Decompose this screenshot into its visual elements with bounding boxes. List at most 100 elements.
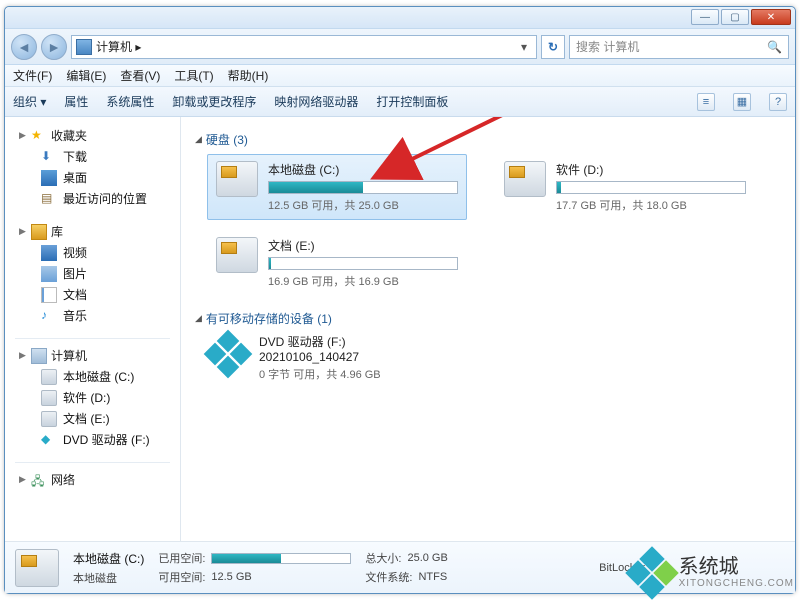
search-placeholder: 搜索 计算机 [576, 38, 639, 55]
close-button[interactable]: ✕ [751, 9, 791, 25]
sidebar-item-pictures[interactable]: 图片 [5, 263, 180, 284]
drive-d-usage-bar [556, 181, 746, 194]
sidebar-item-drive-c[interactable]: 本地磁盘 (C:) [5, 366, 180, 387]
drive-d[interactable]: 软件 (D:) 17.7 GB 可用，共 18.0 GB [495, 154, 755, 220]
menu-bar: 文件(F) 编辑(E) 查看(V) 工具(T) 帮助(H) [5, 65, 795, 87]
document-icon [41, 287, 57, 303]
details-usage-bar [211, 553, 351, 564]
drive-icon [41, 390, 57, 406]
expand-icon: ▶ [19, 226, 27, 237]
dvd-title: DVD 驱动器 (F:) [259, 333, 381, 350]
menu-view[interactable]: 查看(V) [120, 67, 160, 84]
drive-e-title: 文档 (E:) [268, 237, 458, 254]
title-bar: — ▢ ✕ [5, 7, 795, 29]
menu-tools[interactable]: 工具(T) [174, 67, 213, 84]
drive-e[interactable]: 文档 (E:) 16.9 GB 可用，共 16.9 GB [207, 230, 467, 296]
search-input[interactable]: 搜索 计算机 🔍 [569, 35, 789, 59]
drive-c-subtitle: 12.5 GB 可用，共 25.0 GB [268, 197, 458, 213]
sidebar-item-drive-d[interactable]: 软件 (D:) [5, 387, 180, 408]
dvd-icon: ◆ [41, 432, 57, 448]
refresh-button[interactable]: ↻ [541, 35, 565, 59]
dvd-icon [207, 333, 249, 373]
navigation-row: ◄ ► 计算机 ▸ ▾ ↻ 搜索 计算机 🔍 [5, 29, 795, 65]
sidebar-network[interactable]: ▶ 🖧 网络 [5, 469, 180, 490]
music-icon: ♪ [41, 308, 57, 324]
computer-icon [76, 39, 92, 55]
drive-c[interactable]: 本地磁盘 (C:) 12.5 GB 可用，共 25.0 GB [207, 154, 467, 220]
drive-icon [504, 161, 546, 197]
uninstall-change-button[interactable]: 卸载或更改程序 [172, 93, 256, 110]
back-button[interactable]: ◄ [11, 34, 37, 60]
menu-file[interactable]: 文件(F) [13, 67, 52, 84]
star-icon: ★ [31, 128, 47, 144]
properties-button[interactable]: 属性 [64, 93, 88, 110]
help-icon[interactable]: ? [769, 93, 787, 111]
sidebar-item-music[interactable]: ♪音乐 [5, 305, 180, 326]
sidebar-computer-label: 计算机 [51, 347, 87, 364]
dvd-label: 20210106_140427 [259, 350, 381, 364]
picture-icon [41, 266, 57, 282]
details-subtitle: 本地磁盘 [73, 570, 144, 586]
details-bitlocker: BitLocker [599, 562, 645, 574]
section-removable[interactable]: ◢ 有可移动存储的设备 (1) [195, 310, 781, 327]
drive-icon [41, 369, 57, 385]
content-pane[interactable]: ◢ 硬盘 (3) 本地磁盘 (C:) 12.5 GB 可用，共 25.0 GB … [181, 117, 795, 541]
menu-edit[interactable]: 编辑(E) [66, 67, 106, 84]
view-options-icon[interactable]: ≡ [697, 93, 715, 111]
drive-icon [41, 411, 57, 427]
sidebar-libraries-label: 库 [51, 223, 63, 240]
drive-icon [216, 237, 258, 273]
menu-help[interactable]: 帮助(H) [228, 67, 269, 84]
expand-icon: ▶ [19, 350, 27, 361]
drive-d-title: 软件 (D:) [556, 161, 746, 178]
breadcrumb[interactable]: 计算机 ▸ [96, 38, 512, 55]
preview-pane-icon[interactable]: ▦ [733, 93, 751, 111]
collapse-icon: ◢ [195, 313, 202, 324]
details-fs-label: 文件系统: [365, 569, 412, 585]
expand-icon: ▶ [19, 474, 27, 485]
forward-button[interactable]: ► [41, 34, 67, 60]
navigation-pane[interactable]: ▶ ★ 收藏夹 ⬇下载 桌面 ▤最近访问的位置 ▶ 库 视频 图片 文档 ♪音乐 [5, 117, 181, 541]
sidebar-computer[interactable]: ▶ 计算机 [5, 345, 180, 366]
collapse-icon: ◢ [195, 134, 202, 145]
recent-icon: ▤ [41, 191, 57, 207]
sidebar-libraries[interactable]: ▶ 库 [5, 221, 180, 242]
system-properties-button[interactable]: 系统属性 [106, 93, 154, 110]
address-dropdown-icon[interactable]: ▾ [516, 40, 532, 54]
details-drive-icon [15, 549, 59, 587]
drive-e-usage-bar [268, 257, 458, 270]
computer-icon [31, 348, 47, 364]
sidebar-favorites[interactable]: ▶ ★ 收藏夹 [5, 125, 180, 146]
open-control-panel-button[interactable]: 打开控制面板 [376, 93, 448, 110]
dvd-drive-f[interactable]: DVD 驱动器 (F:) 20210106_140427 0 字节 可用，共 4… [207, 333, 781, 382]
search-icon: 🔍 [767, 40, 782, 54]
sidebar-item-documents[interactable]: 文档 [5, 284, 180, 305]
details-fs-value: NTFS [418, 571, 447, 583]
sidebar-item-drive-e[interactable]: 文档 (E:) [5, 408, 180, 429]
drive-e-subtitle: 16.9 GB 可用，共 16.9 GB [268, 273, 458, 289]
desktop-icon [41, 170, 57, 186]
details-used-label: 已用空间: [158, 550, 205, 566]
drive-d-subtitle: 17.7 GB 可用，共 18.0 GB [556, 197, 746, 213]
sidebar-item-desktop[interactable]: 桌面 [5, 167, 180, 188]
map-network-drive-button[interactable]: 映射网络驱动器 [274, 93, 358, 110]
address-bar[interactable]: 计算机 ▸ ▾ [71, 35, 537, 59]
minimize-button[interactable]: — [691, 9, 719, 25]
library-icon [31, 224, 47, 240]
expand-icon: ▶ [19, 130, 27, 141]
network-icon: 🖧 [31, 472, 47, 488]
details-pane: 本地磁盘 (C:) 本地磁盘 已用空间: 可用空间: 12.5 GB 总大小: … [5, 541, 795, 593]
drive-c-title: 本地磁盘 (C:) [268, 161, 458, 178]
drive-icon [216, 161, 258, 197]
details-free-label: 可用空间: [158, 569, 205, 585]
sidebar-favorites-label: 收藏夹 [51, 127, 87, 144]
sidebar-item-dvd-f[interactable]: ◆DVD 驱动器 (F:) [5, 429, 180, 450]
section-hard-disks[interactable]: ◢ 硬盘 (3) [195, 131, 781, 148]
sidebar-item-recent[interactable]: ▤最近访问的位置 [5, 188, 180, 209]
drive-c-usage-bar [268, 181, 458, 194]
maximize-button[interactable]: ▢ [721, 9, 749, 25]
organize-button[interactable]: 组织 ▾ [13, 93, 46, 110]
sidebar-item-downloads[interactable]: ⬇下载 [5, 146, 180, 167]
sidebar-item-videos[interactable]: 视频 [5, 242, 180, 263]
sidebar-network-label: 网络 [51, 471, 75, 488]
